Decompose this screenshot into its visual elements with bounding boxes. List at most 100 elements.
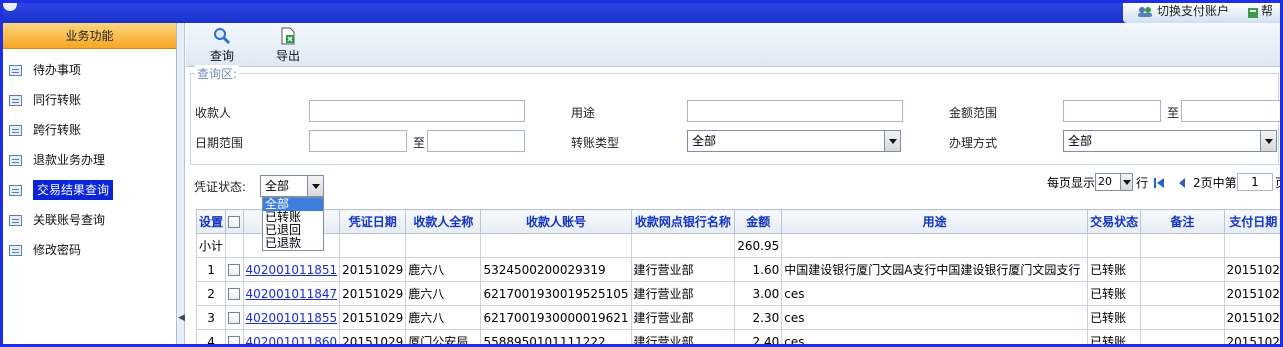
voucher-link[interactable]: 402001011847	[246, 287, 338, 301]
row-checkbox[interactable]	[228, 312, 241, 324]
row-checkbox[interactable]	[228, 264, 241, 276]
sidebar-item-change-password[interactable]: 修改密码	[3, 235, 176, 265]
chevron-down-icon[interactable]	[1120, 174, 1132, 190]
switch-account-icon[interactable]	[1137, 6, 1153, 18]
bank-name-cell: 建行营业部	[630, 257, 736, 282]
amount-max-input[interactable]	[1181, 100, 1280, 122]
export-label: 导出	[275, 49, 300, 63]
bank-name-cell: 建行营业部	[630, 281, 736, 306]
column-header-pay-date[interactable]: 支付日期	[1223, 209, 1280, 234]
purpose-input[interactable]	[687, 100, 903, 122]
handling-select[interactable]: 全部	[1063, 130, 1277, 152]
voucher-link[interactable]: 402001011860	[246, 335, 338, 345]
first-page-icon[interactable]	[1153, 177, 1165, 189]
row-checkbox[interactable]	[228, 288, 241, 300]
row-checkbox[interactable]	[228, 336, 241, 344]
transfer-type-select[interactable]: 全部	[687, 130, 901, 152]
payee-account-cell: 5324500200029319	[480, 257, 632, 282]
switch-account-link[interactable]: 切换支付账户	[1157, 3, 1229, 19]
date-to-input[interactable]	[427, 130, 525, 152]
date-to-label: 至	[413, 136, 426, 150]
subtotal-amount: 260.95	[734, 233, 783, 258]
help-link[interactable]: 帮	[1261, 3, 1273, 19]
date-from-input[interactable]	[309, 130, 407, 152]
sidebar: 业务功能 待办事项 同行转账 跨行转账 退款业务办理 交易结果查询 关联账号查询	[3, 23, 177, 344]
column-header-status[interactable]: 交易状态	[1087, 209, 1142, 234]
status-row: 凭证状态: 全部 全部 已转账 已退回 已退款 每页显示 20 行 2页中第 1	[186, 165, 1280, 251]
voucher-link[interactable]: 402001011855	[246, 311, 338, 325]
row-checkbox-cell[interactable]	[225, 257, 244, 282]
help-icon[interactable]	[1247, 7, 1259, 19]
table-row[interactable]: 4 402001011860 20151029 厦门公安局 5588950101…	[195, 329, 1280, 345]
query-button[interactable]: 查询	[202, 27, 242, 64]
collapse-arrow-icon[interactable]: ◀	[178, 313, 185, 323]
bank-name-cell: 建行营业部	[630, 305, 736, 330]
row-checkbox-cell[interactable]	[225, 329, 244, 344]
sidebar-item-label: 交易结果查询	[33, 180, 114, 200]
query-area: 查询区: 收款人 用途 金额范围 至 日期范围 至 转账类型 全部 办理方式 全…	[190, 65, 1280, 165]
remark-cell	[1140, 257, 1225, 282]
voucher-status-value: 全部	[265, 179, 290, 193]
per-page-select[interactable]: 20	[1095, 173, 1133, 191]
pages-text: 2页中第	[1193, 176, 1237, 190]
main-panel: 查询 导出 查询区: 收款人 用途 金额范围 至 日期范围 至 转账类型 全部 …	[186, 23, 1280, 345]
transfer-type-label: 转账类型	[571, 136, 620, 150]
column-header-voucher-date[interactable]: 凭证日期	[339, 209, 407, 234]
row-checkbox-cell[interactable]	[225, 305, 244, 330]
sidebar-title: 业务功能	[3, 23, 176, 49]
export-button[interactable]: 导出	[268, 27, 308, 64]
column-header-amount[interactable]: 金额	[734, 209, 783, 234]
purpose-cell: ces	[781, 281, 1089, 306]
select-all-checkbox[interactable]	[228, 216, 241, 228]
status-cell: 已转账	[1087, 257, 1142, 282]
column-header-remark[interactable]: 备注	[1140, 209, 1225, 234]
remark-cell	[1140, 281, 1225, 306]
column-header-purpose[interactable]: 用途	[781, 209, 1089, 234]
logo-icon	[3, 3, 17, 11]
dropdown-option[interactable]: 已退款	[263, 237, 323, 250]
empty-cell	[1223, 233, 1280, 258]
sidebar-item-transaction-query[interactable]: 交易结果查询	[3, 175, 176, 205]
transfer-type-value: 全部	[692, 134, 717, 148]
page-number-input[interactable]	[1237, 173, 1273, 191]
payee-name-cell: 鹿六八	[405, 257, 482, 282]
sidebar-item-same-bank-transfer[interactable]: 同行转账	[3, 85, 176, 115]
chevron-down-icon[interactable]	[884, 131, 900, 151]
column-header-payee-account[interactable]: 收款人账号	[480, 209, 632, 234]
sidebar-item-linked-account-query[interactable]: 关联账号查询	[3, 205, 176, 235]
voucher-status-select[interactable]: 全部	[260, 175, 324, 197]
status-cell: 已转账	[1087, 281, 1142, 306]
sidebar-item-todo[interactable]: 待办事项	[3, 55, 176, 85]
sidebar-item-refund[interactable]: 退款业务办理	[3, 145, 176, 175]
payee-account-cell: 6217001930000019621	[480, 305, 632, 330]
sidebar-splitter[interactable]: ◀	[177, 23, 185, 344]
column-header-bank-name[interactable]: 收款网点银行名称	[630, 209, 736, 234]
prev-page-icon[interactable]	[1177, 177, 1187, 189]
voucher-link[interactable]: 402001011851	[246, 263, 338, 277]
chevron-down-icon[interactable]	[307, 176, 323, 196]
pay-date-cell: 2015102	[1223, 281, 1280, 306]
list-icon	[9, 245, 22, 256]
empty-cell	[405, 233, 482, 258]
sidebar-item-interbank-transfer[interactable]: 跨行转账	[3, 115, 176, 145]
amount-min-input[interactable]	[1063, 100, 1161, 122]
row-number: 2	[195, 281, 227, 306]
table-header-row: 设置 凭证日期 收款人全称 收款人账号 收款网点银行名称 金额 用途 交易状态 …	[195, 209, 1280, 234]
app-window: 切换支付账户 帮 业务功能 待办事项 同行转账 跨行转账 退款业务办理 交易结果	[0, 0, 1283, 347]
bank-name-cell: 建行营业部	[630, 329, 736, 344]
table-row[interactable]: 1 402001011851 20151029 鹿六八 532450020002…	[195, 257, 1280, 282]
voucher-date-cell: 20151029	[339, 305, 407, 330]
row-checkbox-cell[interactable]	[225, 281, 244, 306]
amount-cell: 2.30	[734, 305, 783, 330]
pay-date-cell: 2015102	[1223, 305, 1280, 330]
column-header-select-all[interactable]	[225, 209, 244, 234]
empty-cell	[781, 233, 1089, 258]
chevron-down-icon[interactable]	[1260, 131, 1276, 151]
payee-input[interactable]	[309, 100, 525, 122]
table-row[interactable]: 2 402001011847 20151029 鹿六八 621700193001…	[195, 281, 1280, 306]
column-header-settings[interactable]: 设置	[195, 209, 227, 234]
column-header-payee-name[interactable]: 收款人全称	[405, 209, 482, 234]
voucher-cell: 402001011847	[242, 281, 341, 306]
toolbar: 查询 导出	[186, 23, 1280, 67]
table-row[interactable]: 3 402001011855 20151029 鹿六八 621700193000…	[195, 305, 1280, 330]
